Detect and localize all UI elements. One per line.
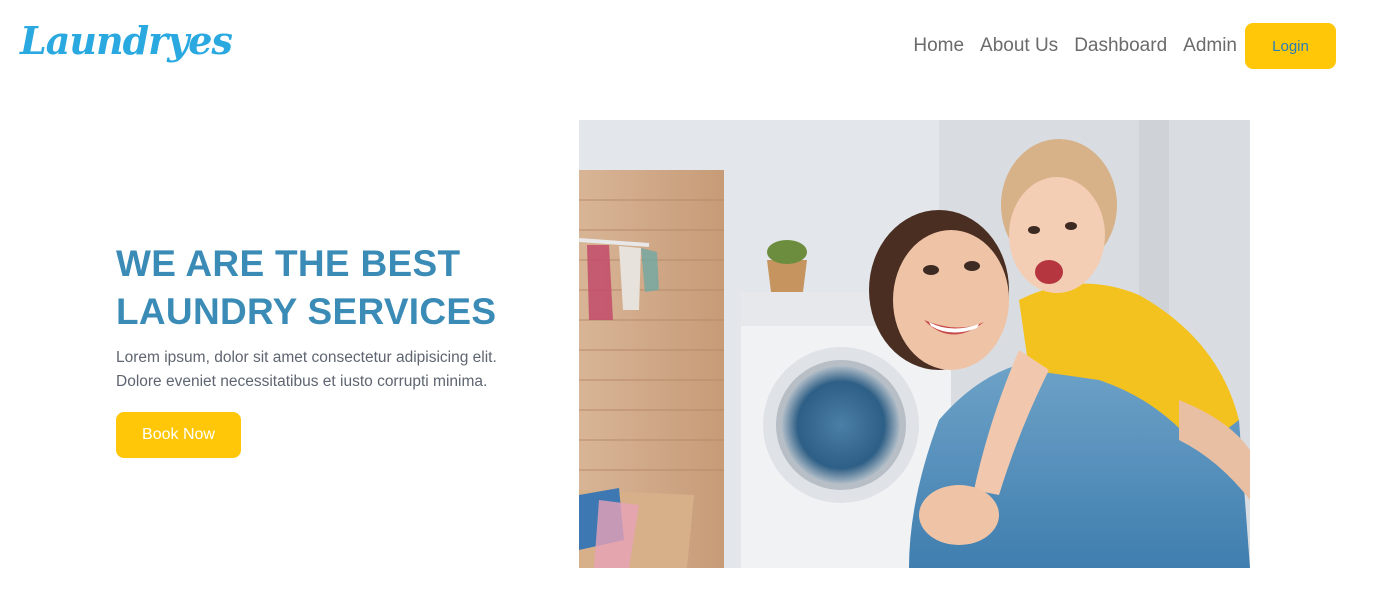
hero-description: Lorem ipsum, dolor sit amet consectetur …	[116, 346, 546, 394]
nav-link-home[interactable]: Home	[913, 23, 964, 69]
hero-title-line-1: WE ARE THE BEST	[116, 243, 461, 284]
navbar: Laundryes Home About Us Dashboard Admin …	[0, 0, 1376, 92]
nav-link-dashboard[interactable]: Dashboard	[1074, 23, 1167, 69]
nav-link-about-us[interactable]: About Us	[980, 23, 1058, 69]
page: Laundryes Home About Us Dashboard Admin …	[0, 0, 1376, 612]
hero-section: WE ARE THE BEST LAUNDRY SERVICES Lorem i…	[116, 240, 546, 458]
hero-title: WE ARE THE BEST LAUNDRY SERVICES	[116, 240, 546, 336]
hero-description-line-1: Lorem ipsum, dolor sit amet consectetur …	[116, 349, 497, 366]
brand-logo[interactable]: Laundryes	[20, 18, 233, 63]
hero-description-line-2: Dolore eveniet necessitatibus et iusto c…	[116, 373, 488, 390]
hero-image	[579, 120, 1250, 568]
login-button[interactable]: Login	[1245, 23, 1336, 69]
book-now-button[interactable]: Book Now	[116, 412, 241, 458]
nav-link-admin[interactable]: Admin	[1183, 23, 1237, 69]
hero-title-line-2: LAUNDRY SERVICES	[116, 291, 497, 332]
nav-links: Home About Us Dashboard Admin Login	[913, 23, 1336, 69]
